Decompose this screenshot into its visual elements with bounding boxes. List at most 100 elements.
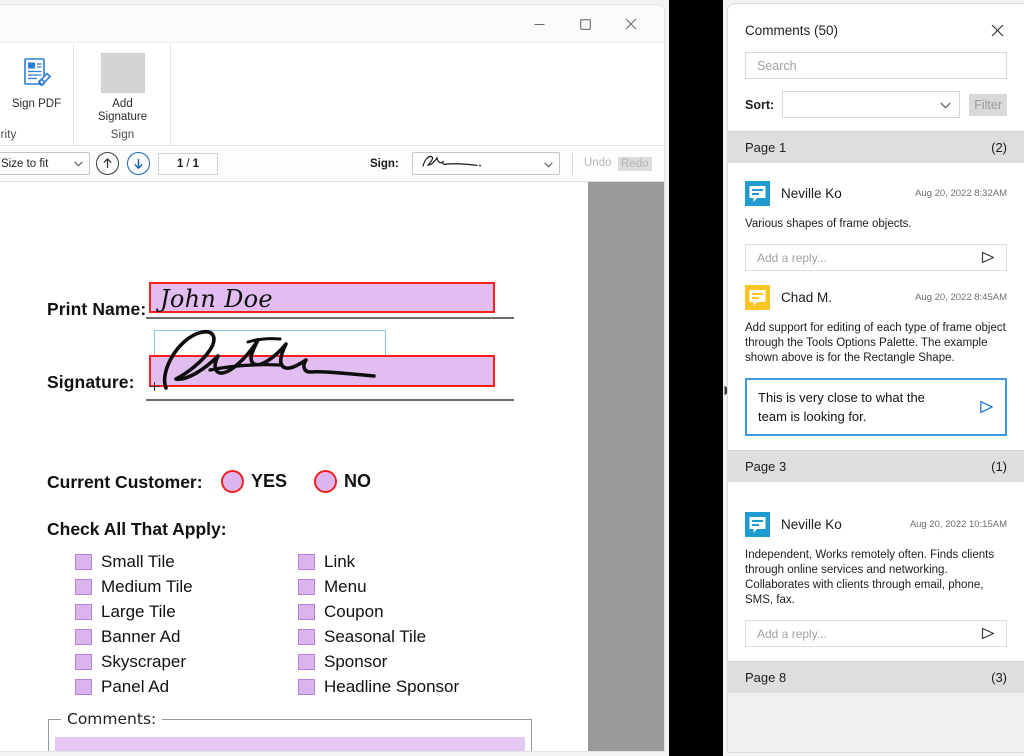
comment-item[interactable]: Neville Ko Aug 20, 2022 10:15AM Independ… xyxy=(745,486,1007,647)
ribbon-toolbar: Sign PDF rity Add Signature Sign xyxy=(0,43,664,146)
checkbox-headline-sponsor[interactable] xyxy=(298,679,315,695)
checkbox-item[interactable]: Sponsor xyxy=(298,652,387,672)
maximize-icon[interactable] xyxy=(562,5,608,43)
radio-no[interactable] xyxy=(314,470,337,493)
document-comments-field[interactable] xyxy=(55,737,525,751)
checkbox-seasonal-tile[interactable] xyxy=(298,629,315,645)
close-icon[interactable] xyxy=(608,5,654,43)
document-comments-fieldset: Comments: xyxy=(48,710,532,751)
print-name-value: John Doe xyxy=(160,285,273,313)
comment-bubble-icon xyxy=(745,512,770,537)
page-section-label: Page 8 xyxy=(745,670,787,685)
radio-yes[interactable] xyxy=(221,470,244,493)
checkbox-item[interactable]: Small Tile xyxy=(75,552,175,572)
ribbon-group-security-label: rity xyxy=(0,129,17,141)
page-total: 1 xyxy=(192,157,199,170)
page-section-header[interactable]: Page 3 (1) xyxy=(728,450,1024,482)
comment-item[interactable]: Neville Ko Aug 20, 2022 8:32AM Various s… xyxy=(745,167,1007,271)
signature-underline xyxy=(146,399,514,401)
comment-body: Various shapes of frame objects. xyxy=(745,218,912,230)
zoom-select[interactable]: Size to fit xyxy=(0,152,90,175)
current-customer-label: Current Customer: xyxy=(47,472,203,492)
checkbox-item[interactable]: Coupon xyxy=(298,602,384,622)
sort-select[interactable] xyxy=(782,91,961,118)
page-section-header[interactable]: Page 1 (2) xyxy=(728,131,1024,163)
checkbox-item[interactable]: Panel Ad xyxy=(75,677,169,697)
comment-author: Neville Ko xyxy=(781,517,842,532)
checkbox-skyscraper[interactable] xyxy=(75,654,92,670)
page-section-count: (3) xyxy=(991,670,1007,685)
comments-panel-window: Comments (50) Search Sort: Filter Page 1… xyxy=(723,0,1024,756)
signature-glyph-icon xyxy=(419,153,489,174)
send-icon[interactable] xyxy=(981,627,995,640)
checkbox-large-tile[interactable] xyxy=(75,604,92,620)
pdf-page[interactable]: Print Name: John Doe Signature: Current … xyxy=(0,182,588,751)
reply-input-active[interactable]: This is very close to what the team is l… xyxy=(745,378,1007,436)
previous-page-button[interactable] xyxy=(96,152,119,175)
pdf-editor-window: Sign PDF rity Add Signature Sign Size to… xyxy=(0,0,669,756)
checkbox-banner-ad[interactable] xyxy=(75,629,92,645)
comments-search-input[interactable]: Search xyxy=(745,52,1007,79)
reply-placeholder: Add a reply... xyxy=(757,626,827,641)
sort-label: Sort: xyxy=(745,97,775,112)
checkbox-link[interactable] xyxy=(298,554,315,570)
comments-search-placeholder: Search xyxy=(757,58,797,73)
checkbox-item[interactable]: Link xyxy=(298,552,355,572)
checkbox-panel-ad[interactable] xyxy=(75,679,92,695)
send-icon[interactable] xyxy=(981,251,995,264)
document-comments-legend: Comments: xyxy=(61,710,163,728)
checkbox-label: Menu xyxy=(324,577,367,596)
filter-button[interactable]: Filter xyxy=(969,93,1007,116)
checkbox-item[interactable]: Menu xyxy=(298,577,367,597)
signature-row: Signature: xyxy=(47,372,135,393)
reply-placeholder: Add a reply... xyxy=(757,250,827,265)
checkbox-medium-tile[interactable] xyxy=(75,579,92,595)
checkbox-label: Small Tile xyxy=(101,552,175,571)
page-section-count: (1) xyxy=(991,459,1007,474)
reply-input[interactable]: Add a reply... xyxy=(745,620,1007,647)
minimize-icon[interactable] xyxy=(516,5,562,43)
checkbox-item[interactable]: Banner Ad xyxy=(75,627,180,647)
checkbox-label: Headline Sponsor xyxy=(324,677,460,696)
sign-pdf-label: Sign PDF xyxy=(11,98,62,110)
document-viewport[interactable]: Print Name: John Doe Signature: Current … xyxy=(0,182,664,751)
comment-body: Add support for editing of each type of … xyxy=(745,322,1006,364)
comment-date: Aug 20, 2022 8:32AM xyxy=(915,188,1007,199)
checkbox-sponsor[interactable] xyxy=(298,654,315,670)
signature-select[interactable] xyxy=(412,152,560,175)
signature-field[interactable] xyxy=(149,355,495,387)
send-icon[interactable] xyxy=(979,400,994,414)
chevron-down-icon xyxy=(74,158,83,170)
pdf-editor-window-frame: Sign PDF rity Add Signature Sign Size to… xyxy=(0,4,665,752)
ribbon-group-security: Sign PDF rity xyxy=(0,43,74,146)
comments-card: Neville Ko Aug 20, 2022 8:32AM Various s… xyxy=(728,163,1024,450)
view-toolbar: Size to fit 1 / 1 Sign: Undo Redo xyxy=(0,146,664,182)
close-icon[interactable] xyxy=(987,20,1007,40)
sign-pdf-button[interactable]: Sign PDF xyxy=(0,51,74,111)
chevron-down-icon xyxy=(940,96,951,114)
page-number-input[interactable]: 1 / 1 xyxy=(158,152,218,175)
checkbox-item[interactable]: Large Tile xyxy=(75,602,176,622)
print-name-label: Print Name: xyxy=(47,299,147,319)
add-signature-button[interactable]: Add Signature xyxy=(86,51,160,123)
signature-resize-handle[interactable] xyxy=(150,382,159,391)
next-page-button[interactable] xyxy=(127,152,150,175)
checkbox-menu[interactable] xyxy=(298,579,315,595)
reply-input[interactable]: Add a reply... xyxy=(745,244,1007,271)
checkbox-item[interactable]: Medium Tile xyxy=(75,577,193,597)
undo-button[interactable]: Undo xyxy=(584,157,612,169)
toolbar-divider xyxy=(572,154,573,174)
checkbox-item[interactable]: Seasonal Tile xyxy=(298,627,426,647)
checkbox-label: Coupon xyxy=(324,602,384,621)
checkbox-small-tile[interactable] xyxy=(75,554,92,570)
checkbox-coupon[interactable] xyxy=(298,604,315,620)
redo-button[interactable]: Redo xyxy=(618,157,652,171)
page-section-header[interactable]: Page 8 (3) xyxy=(728,661,1024,693)
comment-date: Aug 20, 2022 8:45AM xyxy=(915,292,1007,303)
check-all-label: Check All That Apply: xyxy=(47,519,227,539)
reply-value: This is very close to what the team is l… xyxy=(758,390,925,424)
checkbox-item[interactable]: Skyscraper xyxy=(75,652,186,672)
comment-item[interactable]: Chad M. Aug 20, 2022 8:45AM Add support … xyxy=(745,271,1007,436)
comments-card: Neville Ko Aug 20, 2022 10:15AM Independ… xyxy=(728,482,1024,661)
checkbox-item[interactable]: Headline Sponsor xyxy=(298,677,459,697)
